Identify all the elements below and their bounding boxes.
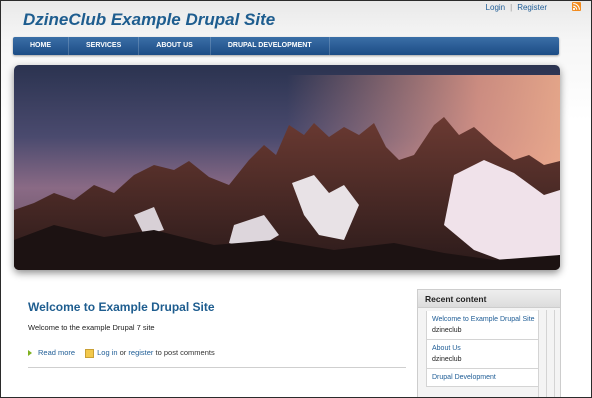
link-separator: | — [510, 3, 513, 12]
content-divider — [28, 367, 406, 368]
divider — [546, 310, 547, 397]
login-link[interactable]: Login — [486, 3, 506, 12]
node-links: Read more Log in or register to post comm… — [28, 348, 215, 358]
lock-icon — [85, 348, 95, 358]
log-in-link[interactable]: Log in — [97, 348, 117, 357]
post-comments-text: to post comments — [155, 348, 215, 357]
recent-item-title[interactable]: Drupal Development — [432, 372, 538, 383]
browser-page: DzineClub Example Drupal Site Login | Regi… — [0, 0, 592, 398]
or-text: or — [119, 348, 127, 357]
recent-content-block: Recent content Welcome to Example Drupal… — [417, 289, 561, 397]
register-comment-link[interactable]: register — [128, 348, 153, 357]
nav-drupal-development[interactable]: DRUPAL DEVELOPMENT — [211, 37, 330, 55]
recent-item-author: dzineclub — [432, 327, 462, 334]
user-links: Login | Register — [486, 3, 547, 12]
rss-icon[interactable] — [572, 2, 581, 11]
list-item: About Us dzineclub — [426, 340, 538, 369]
divider — [554, 310, 555, 397]
register-link[interactable]: Register — [517, 3, 547, 12]
nav-services[interactable]: SERVICES — [69, 37, 140, 55]
nav-about-us[interactable]: ABOUT US — [139, 37, 211, 55]
recent-item-author: dzineclub — [432, 356, 462, 363]
block-title: Recent content — [418, 290, 560, 308]
nav-home[interactable]: HOME — [13, 37, 69, 55]
arrow-icon — [28, 350, 32, 357]
node-title[interactable]: Welcome to Example Drupal Site — [28, 300, 215, 314]
banner-image — [14, 65, 560, 270]
list-item: Drupal Development — [426, 369, 538, 387]
node-body: Welcome to the example Drupal 7 site — [28, 323, 155, 332]
read-more-link[interactable]: Read more — [38, 348, 75, 357]
site-name[interactable]: DzineClub Example Drupal Site — [23, 10, 275, 30]
recent-content-list: Welcome to Example Drupal Site dzineclub… — [426, 311, 538, 387]
recent-item-title[interactable]: Welcome to Example Drupal Site — [432, 314, 538, 325]
mountain-sunset-image — [14, 65, 560, 270]
recent-item-title[interactable]: About Us — [432, 343, 538, 354]
divider — [538, 310, 539, 397]
main-menu: HOME SERVICES ABOUT US DRUPAL DEVELOPMEN… — [13, 37, 559, 55]
list-item: Welcome to Example Drupal Site dzineclub — [426, 311, 538, 340]
